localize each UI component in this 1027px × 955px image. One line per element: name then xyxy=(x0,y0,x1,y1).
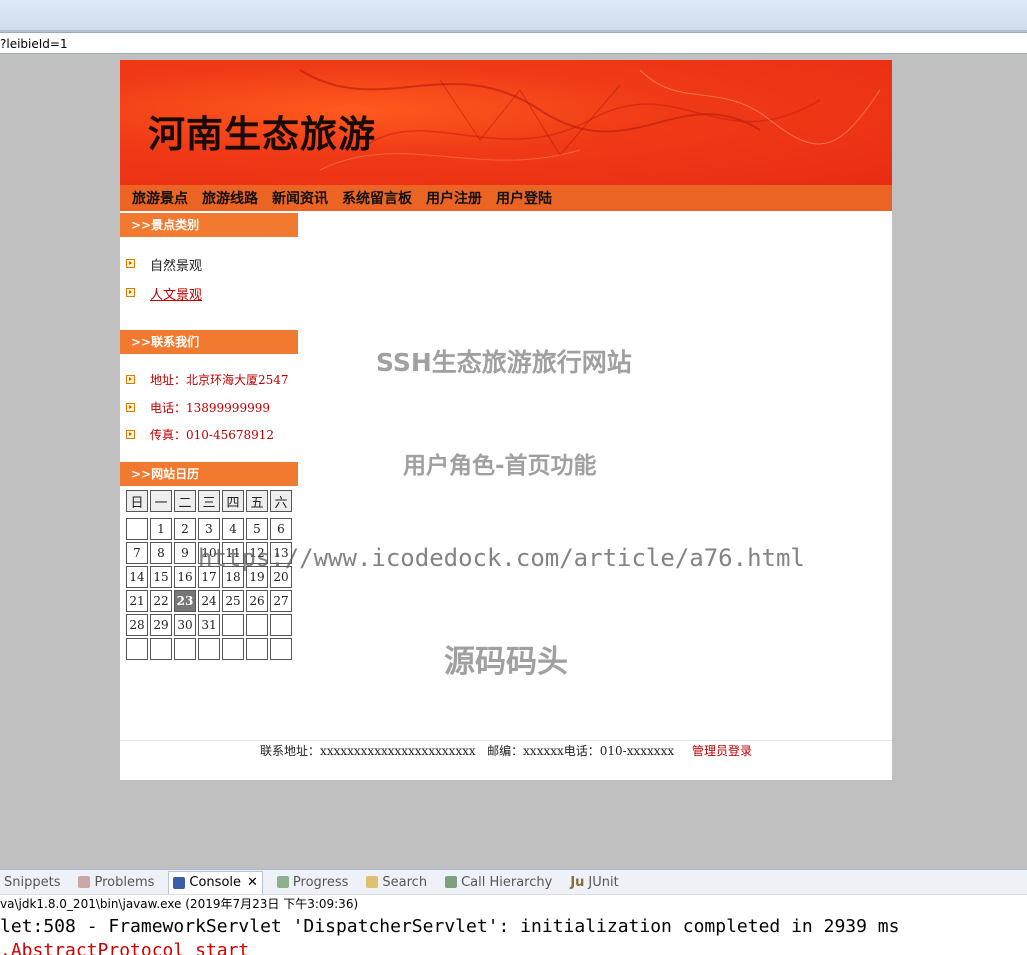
calendar-day xyxy=(270,614,292,636)
calendar-day[interactable]: 2 xyxy=(174,518,196,540)
calendar-day[interactable]: 29 xyxy=(150,614,172,636)
calendar-day xyxy=(246,638,268,660)
site-calendar: 日一二三四五六 1 2 3 4 5 6 7 8 9 10 11 12 13 14 15 16 17 18 19 20 21… xyxy=(124,488,294,662)
calendar-day[interactable]: 9 xyxy=(174,542,196,564)
tab-console[interactable]: Console ✕ xyxy=(168,870,263,894)
calendar-day xyxy=(222,614,244,636)
calendar-day[interactable]: 3 xyxy=(198,518,220,540)
browser-chrome xyxy=(0,0,1027,31)
junit-icon: Ju xyxy=(570,874,585,890)
calendar-day[interactable]: 24 xyxy=(198,590,220,612)
contact-address: 地址：北京环海大厦2547 xyxy=(150,373,289,387)
tab-call-hierarchy[interactable]: Call Hierarchy xyxy=(441,871,556,893)
watermark-url: https://www.icodedock.com/article/a76.ht… xyxy=(198,544,805,572)
calendar-day xyxy=(126,638,148,660)
nav-news[interactable]: 新闻资讯 xyxy=(272,188,328,208)
category-cultural[interactable]: 人文景观 xyxy=(150,284,202,303)
calendar-day[interactable]: 15 xyxy=(150,566,172,588)
bullet-icon xyxy=(126,403,135,412)
progress-icon xyxy=(276,876,289,888)
calendar-day[interactable]: 21 xyxy=(126,590,148,612)
calendar-day[interactable]: 14 xyxy=(126,566,148,588)
tab-problems[interactable]: Problems xyxy=(74,871,158,893)
console-icon xyxy=(173,876,186,889)
calendar-day[interactable]: 5 xyxy=(246,518,268,540)
calendar-weekday: 六 xyxy=(270,490,292,512)
calendar-day[interactable]: 25 xyxy=(222,590,244,612)
calendar-day[interactable]: 16 xyxy=(174,566,196,588)
nav-guestbook[interactable]: 系统留言板 xyxy=(342,188,412,208)
problems-icon xyxy=(78,876,91,888)
contact-fax: 传真：010-45678912 xyxy=(150,428,275,442)
nav-register[interactable]: 用户注册 xyxy=(426,188,482,208)
category-natural[interactable]: 自然景观 xyxy=(150,255,202,274)
bullet-icon xyxy=(126,288,135,297)
console-process-label: va\jdk1.8.0_201\bin\javaw.exe (2019年7月23… xyxy=(0,894,1027,913)
bullet-icon xyxy=(126,259,135,268)
calendar-day xyxy=(198,638,220,660)
footer-phone: 电话：010-xxxxxxx xyxy=(563,744,675,758)
site-footer: 联系地址：xxxxxxxxxxxxxxxxxxxxxxx 邮编：xxxxxx电话… xyxy=(120,742,892,759)
calendar-day[interactable]: 22 xyxy=(150,590,172,612)
calendar-day[interactable]: 8 xyxy=(150,542,172,564)
footer-address: 联系地址：xxxxxxxxxxxxxxxxxxxxxxx xyxy=(260,744,476,758)
close-icon[interactable]: ✕ xyxy=(247,875,258,890)
contact-phone: 电话：13899999999 xyxy=(150,401,270,415)
main-nav: 旅游景点 旅游线路 新闻资讯 系统留言板 用户注册 用户登陆 xyxy=(120,185,892,211)
calendar-day[interactable]: 6 xyxy=(270,518,292,540)
admin-login-link[interactable]: 管理员登录 xyxy=(692,744,752,758)
calendar-day xyxy=(270,638,292,660)
footer-divider xyxy=(120,740,892,741)
calendar-weekday: 日 xyxy=(126,490,148,512)
watermark-brand: 源码码头 xyxy=(444,644,568,680)
watermark-subtitle: 用户角色-首页功能 xyxy=(403,453,597,479)
calendar-day[interactable]: 23 xyxy=(174,590,196,612)
calendar-weekday: 四 xyxy=(222,490,244,512)
calendar-heading: >>网站日历 xyxy=(120,462,298,486)
address-bar[interactable]: ?leibieId=1 xyxy=(0,32,1027,54)
tab-junit[interactable]: Ju JUnit xyxy=(566,871,622,893)
console-output[interactable]: let:508 - FrameworkServlet 'DispatcherSe… xyxy=(0,913,1027,955)
calendar-weekday: 三 xyxy=(198,490,220,512)
calendar-day xyxy=(174,638,196,660)
calendar-day xyxy=(222,638,244,660)
categories-heading: >>景点类别 xyxy=(120,213,298,237)
watermark-title: SSH生态旅游旅行网站 xyxy=(376,348,632,377)
calendar-weekday: 五 xyxy=(246,490,268,512)
calendar-day[interactable]: 7 xyxy=(126,542,148,564)
calendar-weekday: 一 xyxy=(150,490,172,512)
nav-scenic-spots[interactable]: 旅游景点 xyxy=(132,188,188,208)
console-line: let:508 - FrameworkServlet 'DispatcherSe… xyxy=(0,916,900,937)
calendar-day[interactable]: 27 xyxy=(270,590,292,612)
calendar-day[interactable]: 31 xyxy=(198,614,220,636)
calendar-day[interactable]: 30 xyxy=(174,614,196,636)
bullet-icon xyxy=(126,375,135,384)
nav-login[interactable]: 用户登陆 xyxy=(496,188,552,208)
site-banner: 河南生态旅游 xyxy=(120,60,892,185)
calendar-day[interactable]: 1 xyxy=(150,518,172,540)
contact-heading: >>联系我们 xyxy=(120,330,298,354)
calendar-day xyxy=(126,518,148,540)
site-title: 河南生态旅游 xyxy=(148,113,376,156)
console-line: .AbstractProtocol start xyxy=(0,940,250,955)
tab-snippets[interactable]: Snippets xyxy=(0,871,64,893)
calendar-day[interactable]: 4 xyxy=(222,518,244,540)
tab-progress[interactable]: Progress xyxy=(273,871,352,893)
call-hierarchy-icon xyxy=(445,876,458,888)
ide-view-tabs: Snippets Problems Console ✕ Progress Sear… xyxy=(0,869,1027,894)
footer-postcode: 邮编：xxxxxx xyxy=(487,744,564,758)
calendar-day[interactable]: 28 xyxy=(126,614,148,636)
calendar-day xyxy=(150,638,172,660)
calendar-weekday: 二 xyxy=(174,490,196,512)
search-icon xyxy=(366,876,379,888)
tab-search[interactable]: Search xyxy=(362,871,431,893)
calendar-day xyxy=(246,614,268,636)
calendar-day[interactable]: 26 xyxy=(246,590,268,612)
nav-travel-routes[interactable]: 旅游线路 xyxy=(202,188,258,208)
bullet-icon xyxy=(126,430,135,439)
